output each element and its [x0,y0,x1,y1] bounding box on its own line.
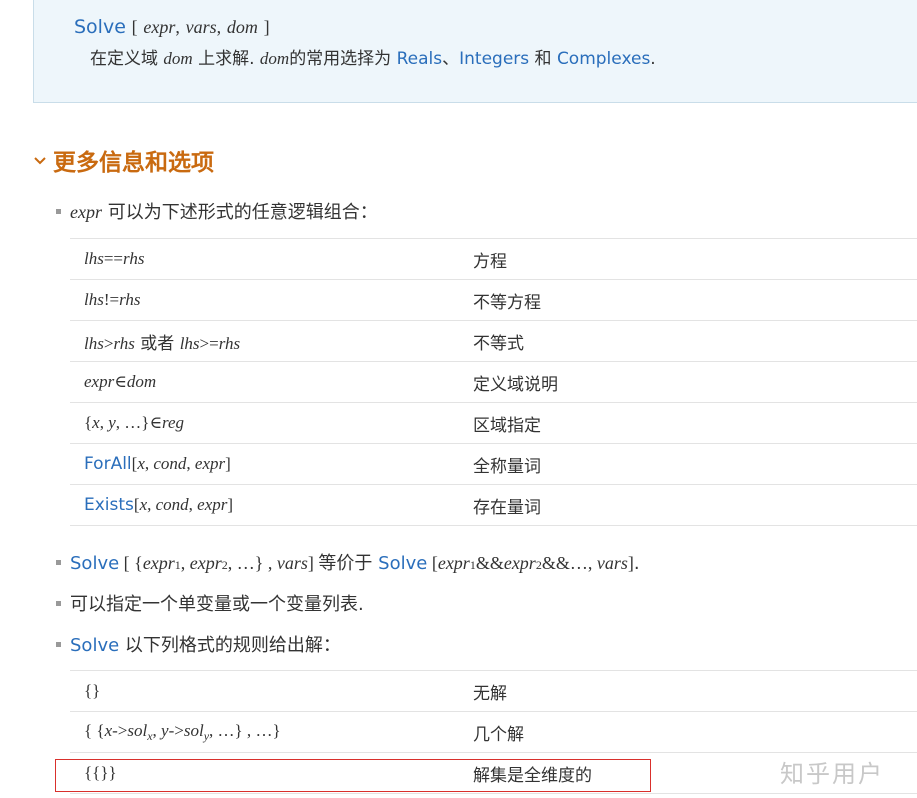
solve-function-link[interactable]: Solve [378,553,427,574]
table-row: expr∈dom 定义域说明 [70,361,917,403]
usage-signature: Solve [ expr, vars, dom ] [74,16,270,38]
section-title: 更多信息和选项 [53,150,214,176]
table-row: { {x->solx, y->soly, …} , …} 几个解 [70,711,917,753]
solve-function-link[interactable]: Solve [74,16,126,38]
table-row: ForAll[x, cond, expr] 全称量词 [70,443,917,485]
reals-link[interactable]: Reals [397,49,443,69]
table-row: {} 无解 [70,670,917,712]
bullet-marker [56,560,61,565]
solve-function-link[interactable]: Solve [70,635,119,656]
bullet-marker [56,642,61,647]
exists-link[interactable]: Exists [84,495,134,515]
more-info-section-toggle[interactable]: 更多信息和选项 [33,143,214,177]
bracket: [ [131,17,138,37]
bullet-item: Solve 以下列格式的规则给出解： [56,631,341,657]
watermark: 知乎用户 [780,760,884,788]
bracket: ] [263,17,270,37]
forall-link[interactable]: ForAll [84,454,132,474]
solve-function-link[interactable]: Solve [70,553,119,574]
bullet-item: Solve [ {expr 1, expr 2, …} , vars] 等价于 So… [56,549,640,575]
complexes-link[interactable]: Complexes [557,49,650,69]
table-row: lhs==rhs 方程 [70,238,917,280]
bullet-item: 可以指定一个单变量或一个变量列表. [56,590,364,616]
arg-dom: dom [226,17,258,37]
usage-box: Solve [ expr, vars, dom ] 在定义域 dom 上求解. … [33,0,917,103]
arg-vars: vars [185,17,217,37]
highlight-box [55,759,651,792]
bullet-marker [56,601,61,606]
table-row: lhs!=rhs 不等方程 [70,279,917,321]
expr-forms-table: lhs==rhs 方程 lhs!=rhs 不等方程 lhs>rhs 或者 lhs… [70,238,917,526]
bullet-marker [56,209,61,214]
table-row: lhs>rhs 或者 lhs>=rhs 不等式 [70,320,917,362]
integers-link[interactable]: Integers [459,49,529,69]
bullet-item: expr 可以为下述形式的任意逻辑组合： [56,198,378,224]
chevron-down-icon [33,151,49,170]
usage-description: 在定义域 dom 上求解. dom的常用选择为 Reals、Integers 和… [90,49,656,69]
table-row: Exists[x, cond, expr] 存在量词 [70,484,917,526]
arg-expr: expr [143,17,176,37]
table-row: {x, y, …}∈reg 区域指定 [70,402,917,444]
